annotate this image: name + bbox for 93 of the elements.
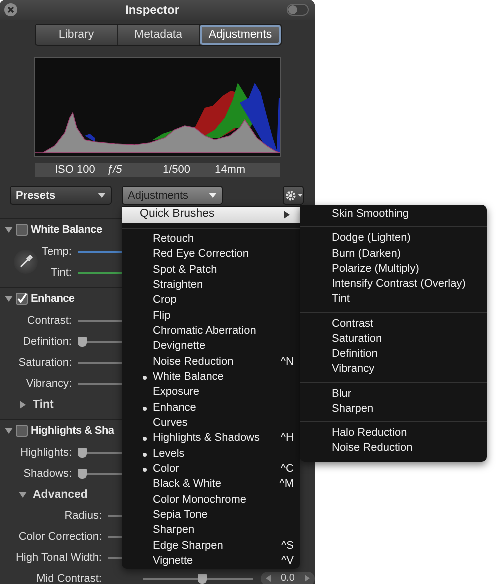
caret-icon — [209, 193, 217, 198]
section-title: Enhance — [31, 293, 75, 305]
menu-item[interactable]: Devignette — [122, 339, 300, 355]
caret-icon — [98, 193, 106, 198]
right-arrow-icon[interactable] — [305, 575, 310, 582]
menu-item[interactable]: Sharpen — [300, 402, 487, 417]
value-stepper[interactable]: 0.0 — [261, 572, 315, 584]
exif-value: 1/500 — [163, 164, 192, 176]
menu-item[interactable]: Intensify Contrast (Overlay) — [300, 277, 487, 292]
menu-item[interactable]: Color Monochrome — [122, 492, 300, 508]
checkbox[interactable] — [16, 293, 28, 305]
slider-label: Color Correction: — [18, 530, 103, 542]
section-title: White Balance — [31, 224, 102, 236]
menu-item[interactable]: Saturation — [300, 332, 487, 347]
slider-label: Radius: — [64, 510, 103, 522]
slider-thumb[interactable] — [78, 448, 87, 458]
slider-thumb[interactable] — [198, 574, 207, 584]
menu-item[interactable]: Red Eye Correction — [122, 247, 300, 263]
group-title: Tint — [33, 398, 54, 410]
menu-item[interactable]: Contrast — [300, 316, 487, 332]
menu-item[interactable]: Vibrancy — [300, 362, 487, 378]
menu-item[interactable]: Enhance — [122, 400, 300, 416]
menu-item[interactable]: Vignette ^V — [122, 554, 300, 570]
menu-item[interactable]: Highlights & Shadows ^H — [122, 431, 300, 447]
menu-item[interactable]: Burn (Darken) — [300, 246, 487, 262]
menu-item[interactable]: Curves — [122, 416, 300, 432]
menu-item[interactable]: Levels — [122, 446, 300, 462]
disclosure-triangle-icon[interactable] — [5, 226, 13, 234]
menu-item[interactable]: Polarize (Multiply) — [300, 262, 487, 277]
toggle-icon[interactable] — [286, 4, 309, 16]
slider-thumb[interactable] — [78, 468, 87, 478]
menu-item[interactable]: White Balance — [122, 370, 300, 386]
slider-label: Vibrancy: — [25, 378, 73, 390]
disclosure-triangle-icon[interactable] — [5, 295, 13, 303]
slider-label: Tint: — [50, 266, 73, 278]
window-title: Inspector — [125, 3, 180, 17]
exif-value: ISO 100 — [55, 164, 96, 176]
menu-item[interactable]: Definition — [300, 347, 487, 362]
checkbox[interactable] — [16, 425, 28, 437]
shortcut-label: ^N — [280, 354, 294, 370]
slider-label: Shadows: — [22, 468, 73, 480]
settings-icon — [284, 190, 296, 202]
eyedropper-button[interactable] — [14, 250, 38, 274]
section-title: Highlights & Sha — [31, 425, 114, 437]
slider-label: Saturation: — [18, 356, 73, 368]
menu-item[interactable]: Crop — [122, 293, 300, 309]
checkbox[interactable] — [16, 224, 28, 236]
disclosure-triangle-icon[interactable] — [19, 400, 27, 408]
menu-item[interactable]: Spot & Patch — [122, 262, 300, 278]
shortcut-label: ^C — [280, 462, 294, 477]
menu-item[interactable]: Halo Reduction — [300, 426, 487, 442]
shortcut-label: ^S — [282, 538, 294, 554]
exif-value: 14mm — [215, 164, 246, 176]
slider-label: Temp: — [41, 246, 73, 258]
eyedropper-icon — [19, 255, 33, 269]
popup-button[interactable]: Presets — [10, 186, 112, 205]
tab[interactable]: Library — [36, 25, 118, 45]
slider-label: Definition: — [22, 336, 73, 348]
slider-label: Highlights: — [20, 446, 73, 458]
tab[interactable]: Adjustments — [200, 25, 281, 45]
shortcut-label: ^M — [280, 477, 294, 492]
close-icon[interactable] — [4, 3, 18, 17]
menu-item[interactable]: Blur — [300, 386, 487, 402]
menu-item[interactable]: Noise Reduction — [300, 441, 487, 456]
shortcut-label: ^H — [280, 431, 294, 446]
caret-icon — [298, 194, 302, 197]
shortcut-label: ^V — [282, 554, 294, 569]
menu-item[interactable]: Edge Sharpen ^S — [122, 538, 300, 554]
menu-item[interactable]: Exposure — [122, 385, 300, 401]
gear-button[interactable] — [283, 186, 304, 205]
menu-item[interactable]: Color ^C — [122, 462, 300, 478]
disclosure-triangle-icon[interactable] — [19, 490, 27, 498]
menu-item[interactable]: Flip — [122, 308, 300, 324]
menu-item[interactable]: Chromatic Aberration — [122, 324, 300, 340]
slider-label: Mid Contrast: — [36, 572, 103, 584]
left-arrow-icon[interactable] — [266, 575, 271, 582]
menu-item[interactable]: Dodge (Lighten) — [300, 231, 487, 246]
menu-item[interactable]: Skin Smoothing — [300, 207, 487, 222]
menu-item[interactable]: Sepia Tone — [122, 508, 300, 524]
slider-label: Contrast: — [26, 314, 73, 326]
menu-item[interactable]: Tint — [300, 292, 487, 308]
menu-item[interactable]: Black & White ^M — [122, 477, 300, 493]
exif-value: ƒ/5 — [107, 164, 124, 176]
slider-label: High Tonal Width: — [14, 552, 103, 564]
menu-item[interactable]: Noise Reduction ^N — [122, 354, 300, 370]
menu-item[interactable]: Retouch — [122, 232, 300, 248]
menu-item[interactable]: Sharpen — [122, 523, 300, 539]
menu-item[interactable]: Straighten — [122, 278, 300, 294]
menu-item[interactable]: Quick Brushes — [122, 207, 300, 223]
slider-thumb[interactable] — [78, 336, 87, 346]
popup-button[interactable]: Adjustments — [122, 186, 223, 205]
disclosure-triangle-icon[interactable] — [5, 427, 13, 435]
group-title: Advanced — [33, 488, 88, 500]
